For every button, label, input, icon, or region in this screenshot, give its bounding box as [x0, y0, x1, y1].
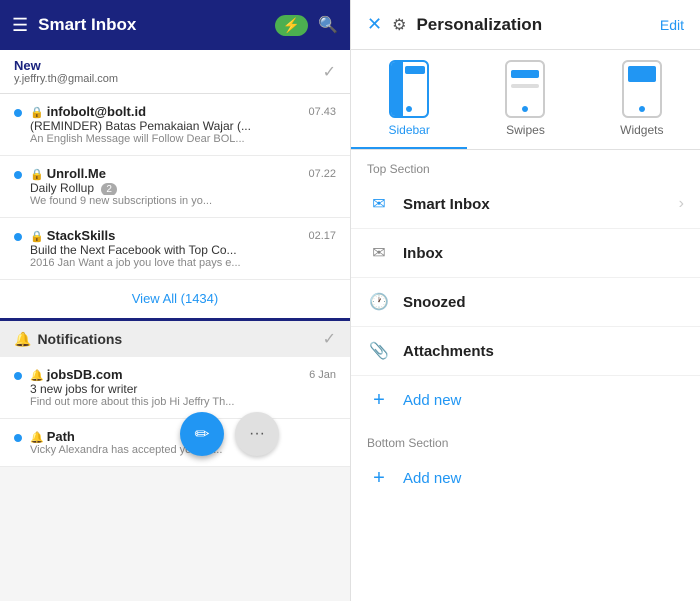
personalize-icon: ⚙ [392, 15, 406, 35]
notification-item[interactable]: 🔔Path Vicky Alexandra has accepted your … [0, 419, 350, 467]
menu-item-label: Smart Inbox [403, 196, 679, 213]
notification-item[interactable]: 🔔jobsDB.com 6 Jan 3 new jobs for writer … [0, 357, 350, 419]
notif-content: 🔔jobsDB.com 6 Jan 3 new jobs for writer … [30, 367, 336, 408]
chevron-right-icon: › [679, 195, 684, 213]
email-content: 🔒Unroll.Me 07.22 Daily Rollup 2 We found… [30, 166, 336, 207]
unread-dot [14, 372, 22, 380]
tab-swipes-label: Swipes [506, 123, 545, 137]
view-all-button[interactable]: View All (1434) [0, 280, 350, 321]
email-sender: 🔒Unroll.Me [30, 166, 106, 181]
attachments-icon: 📎 [367, 339, 391, 363]
right-panel: ✕ ⚙ Personalization Edit Sidebar [350, 0, 700, 601]
unread-dot [14, 171, 22, 179]
add-icon: + [367, 388, 391, 412]
email-preview: 2016 Jan Want a job you love that pays e… [30, 257, 336, 269]
new-label: New [14, 58, 118, 73]
app-title: Smart Inbox [38, 15, 265, 35]
email-content: 🔒infobolt@bolt.id 07.43 (REMINDER) Batas… [30, 104, 336, 145]
snoozed-icon: 🕐 [367, 290, 391, 314]
menu-item-label: Attachments [403, 343, 684, 360]
bolt-icon: ⚡ [283, 17, 300, 34]
email-time: 07.22 [308, 168, 336, 180]
tab-sidebar-label: Sidebar [388, 123, 429, 137]
email-item[interactable]: 🔒StackSkills 02.17 Build the Next Facebo… [0, 218, 350, 280]
tab-widgets-phone-icon [622, 60, 662, 118]
bell-icon: 🔔 [14, 331, 31, 348]
bottom-section-label: Bottom Section [351, 424, 700, 454]
bolt-badge: ⚡ [275, 15, 308, 36]
email-subject: Build the Next Facebook with Top Co... [30, 243, 336, 257]
smart-inbox-icon: ✉ [367, 192, 391, 216]
notif-preview: Find out more about this job Hi Jeffry T… [30, 396, 336, 408]
view-all-label: View All (1434) [132, 291, 218, 306]
email-sender: 🔒StackSkills [30, 228, 115, 243]
menu-icon[interactable]: ☰ [12, 15, 28, 36]
top-section-label: Top Section [351, 150, 700, 180]
more-options-button[interactable]: ··· [235, 412, 279, 456]
left-panel: ☰ Smart Inbox ⚡ 🔍 New y.jeffry.th@gmail.… [0, 0, 350, 601]
new-info: New y.jeffry.th@gmail.com [14, 58, 118, 85]
email-time: 07.43 [308, 106, 336, 118]
notifications-title: 🔔 Notifications [14, 331, 122, 348]
notifications-section-header: 🔔 Notifications ✓ [0, 321, 350, 357]
email-preview: We found 9 new subscriptions in yo... [30, 195, 336, 207]
email-subject: (REMINDER) Batas Pemakaian Wajar (... [30, 119, 336, 133]
right-panel-title: Personalization [416, 15, 649, 35]
search-icon[interactable]: 🔍 [318, 15, 338, 35]
menu-item-smart-inbox[interactable]: ✉ Smart Inbox › [351, 180, 700, 229]
tab-sidebar-phone-icon [389, 60, 429, 118]
email-sender: 🔒infobolt@bolt.id [30, 104, 146, 119]
add-icon-bottom: + [367, 466, 391, 490]
tab-widgets[interactable]: Widgets [584, 50, 700, 149]
right-header: ✕ ⚙ Personalization Edit [351, 0, 700, 50]
unread-dot [14, 109, 22, 117]
personalization-tabs: Sidebar Swipes Widgets [351, 50, 700, 150]
close-icon[interactable]: ✕ [367, 14, 382, 35]
email-preview: An English Message will Follow Dear BOL.… [30, 133, 336, 145]
email-subject: Daily Rollup 2 [30, 181, 336, 195]
email-item[interactable]: 🔒Unroll.Me 07.22 Daily Rollup 2 We found… [0, 156, 350, 218]
new-section: New y.jeffry.th@gmail.com ✓ [0, 50, 350, 94]
menu-item-snoozed[interactable]: 🕐 Snoozed [351, 278, 700, 327]
menu-item-label: Snoozed [403, 294, 684, 311]
compose-fab[interactable]: ✏ [180, 412, 224, 456]
bottom-add-new-button[interactable]: + Add new [351, 454, 700, 502]
email-time: 02.17 [308, 230, 336, 242]
notif-sender: 🔔Path [30, 429, 75, 444]
menu-item-label: Inbox [403, 245, 684, 262]
header: ☰ Smart Inbox ⚡ 🔍 [0, 0, 350, 50]
top-add-new-button[interactable]: + Add new [351, 376, 700, 424]
top-add-new-label: Add new [403, 392, 461, 409]
menu-item-attachments[interactable]: 📎 Attachments [351, 327, 700, 376]
menu-item-inbox[interactable]: ✉ Inbox [351, 229, 700, 278]
notif-subject: 3 new jobs for writer [30, 382, 336, 396]
bottom-add-new-label: Add new [403, 470, 461, 487]
tab-swipes-phone-icon [505, 60, 545, 118]
inbox-icon: ✉ [367, 241, 391, 265]
email-content: 🔒StackSkills 02.17 Build the Next Facebo… [30, 228, 336, 269]
unread-dot [14, 434, 22, 442]
notif-time: 6 Jan [309, 369, 336, 381]
edit-button[interactable]: Edit [660, 17, 684, 33]
tab-widgets-label: Widgets [620, 123, 663, 137]
email-item[interactable]: 🔒infobolt@bolt.id 07.43 (REMINDER) Batas… [0, 94, 350, 156]
new-email: y.jeffry.th@gmail.com [14, 73, 118, 85]
new-check-icon[interactable]: ✓ [323, 62, 336, 82]
tab-swipes[interactable]: Swipes [467, 50, 583, 149]
tab-sidebar[interactable]: Sidebar [351, 50, 467, 149]
notif-sender: 🔔jobsDB.com [30, 367, 123, 382]
notifications-check-icon[interactable]: ✓ [323, 329, 336, 349]
unread-dot [14, 233, 22, 241]
